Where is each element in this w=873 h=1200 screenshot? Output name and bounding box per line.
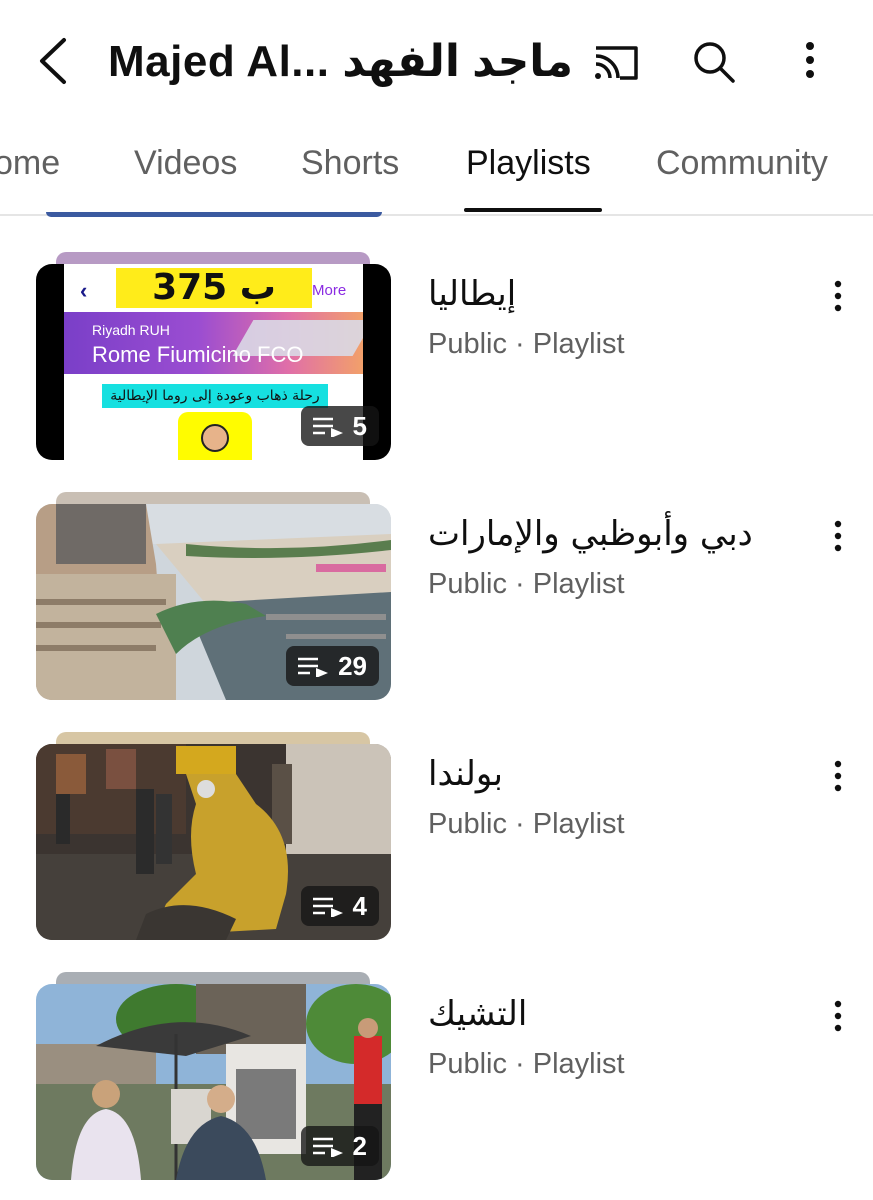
playlist-row[interactable]: 4 بولندا Public · Playlist: [0, 732, 873, 954]
tab-playlists[interactable]: Playlists: [466, 142, 591, 184]
more-vert-icon[interactable]: [784, 36, 836, 88]
playlist-title[interactable]: دبي وأبوظبي والإمارات: [428, 512, 753, 556]
tab-shorts[interactable]: Shorts: [301, 142, 399, 184]
avatar: [201, 424, 229, 452]
playlist-meta: Public · Playlist: [428, 1048, 625, 1080]
playlist-title[interactable]: إيطاليا: [428, 272, 516, 316]
active-tab-indicator: [464, 208, 602, 212]
more-vert-icon[interactable]: [824, 518, 852, 554]
channel-tabs: ome Videos Shorts Playlists Community: [0, 120, 873, 216]
playlist-title[interactable]: بولندا: [428, 752, 503, 796]
playlist-title[interactable]: التشيك: [428, 992, 527, 1036]
search-icon[interactable]: [688, 36, 740, 88]
video-count: 2: [352, 1130, 367, 1161]
playlist-icon: [298, 657, 329, 677]
playlist-meta: Public · Playlist: [428, 568, 625, 600]
video-count-badge: 2: [300, 1126, 379, 1166]
previous-playlist-thumbnail-edge: [46, 212, 382, 217]
more-vert-icon[interactable]: [824, 998, 852, 1034]
playlist-icon: [312, 417, 343, 437]
top-app-bar: Majed Al... ماجد الفهد: [0, 0, 873, 120]
back-icon[interactable]: [32, 34, 76, 88]
thumbnail-destination: Rome Fiumicino FCO: [92, 342, 304, 367]
playlist-thumbnail[interactable]: 29: [36, 504, 391, 700]
playlist-thumbnail[interactable]: 4: [36, 744, 391, 940]
thumbnail-origin: Riyadh RUH: [92, 322, 170, 338]
video-count: 5: [352, 410, 367, 441]
playlist-row[interactable]: 29 دبي وأبوظبي والإمارات Public · Playli…: [0, 492, 873, 714]
video-count-badge: 29: [286, 646, 379, 686]
chevron-left-icon: ‹: [80, 278, 88, 303]
playlist-thumbnail[interactable]: ‹ ب 375 ريال More Riyadh RUH Rome Fiumic…: [36, 264, 391, 460]
more-vert-icon[interactable]: [824, 758, 852, 794]
tab-home[interactable]: ome: [0, 142, 60, 184]
more-vert-icon[interactable]: [824, 278, 852, 314]
playlist-thumbnail[interactable]: 2: [36, 984, 391, 1180]
playlist-icon: [312, 1137, 343, 1157]
video-count: 4: [352, 890, 367, 921]
thumbnail-more-text: More: [312, 282, 347, 299]
playlist-row[interactable]: ‹ ب 375 ريال More Riyadh RUH Rome Fiumic…: [0, 252, 873, 474]
video-count: 29: [338, 650, 367, 681]
playlist-meta: Public · Playlist: [428, 808, 625, 840]
tab-videos[interactable]: Videos: [134, 142, 237, 184]
cast-icon[interactable]: [590, 36, 642, 88]
video-count-badge: 4: [300, 886, 379, 926]
thumbnail-letterbox-left: [36, 264, 64, 460]
playlist-meta: Public · Playlist: [428, 328, 625, 360]
playlist-row[interactable]: 2 التشيك Public · Playlist: [0, 972, 873, 1194]
video-count-badge: 5: [300, 406, 379, 446]
tab-community[interactable]: Community: [656, 142, 828, 184]
thumbnail-caption: رحلة ذهاب وعودة إلى روما الإيطالية: [110, 388, 320, 404]
channel-title: Majed Al... ماجد الفهد: [108, 37, 574, 86]
playlist-icon: [312, 897, 343, 917]
